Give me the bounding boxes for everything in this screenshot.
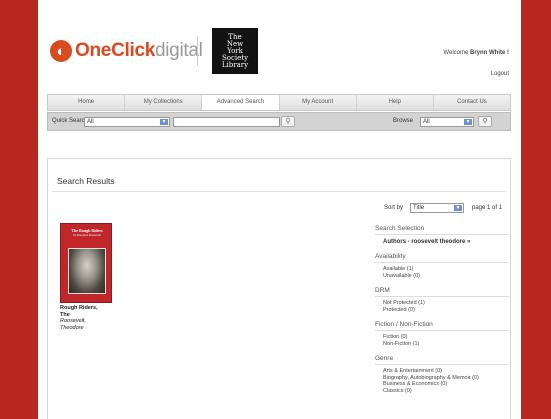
facet-heading-availability: Availability — [375, 250, 509, 263]
logo-text-one: One — [75, 40, 112, 61]
logo-power-icon: ◐ — [50, 40, 72, 62]
book-cover[interactable]: The Rough Riders by Theodore Roosevelt — [60, 223, 112, 303]
browse-label: Browse — [393, 118, 414, 124]
right-red-border — [521, 0, 551, 419]
user-name: Brynn White ! — [470, 50, 509, 56]
quick-search-button[interactable]: ⚲ — [281, 116, 295, 127]
sort-select-value: Title — [413, 205, 425, 211]
facet-item[interactable]: Non-Fiction (1) — [383, 341, 509, 348]
logout-link[interactable]: Logout — [491, 71, 509, 77]
logo-text-click: Click — [111, 40, 155, 61]
search-results-panel: Search Results Sort by Title ▼ page 1 of… — [47, 158, 511, 419]
sort-control: Sort by — [384, 205, 403, 211]
facet-list-drm: Not Protected (1) Protected (0) — [375, 297, 509, 318]
chevron-down-icon: ▼ — [464, 119, 472, 125]
nav-my-collections[interactable]: My Collections — [125, 95, 203, 110]
chevron-down-icon: ▼ — [454, 205, 462, 211]
logo-divider — [197, 36, 198, 66]
chevron-down-icon: ▼ — [160, 119, 168, 125]
facet-heading-genre: Genre — [375, 352, 509, 365]
logo-text-digital: digital — [154, 40, 203, 61]
book-cover-text: The Rough Riders by Theodore Roosevelt — [64, 228, 110, 238]
library-logo[interactable]: The New York Society Library — [212, 28, 258, 74]
facet-sidebar: Search Selection Authors - roosevelt the… — [375, 222, 509, 399]
quick-search-scope-value: All — [87, 119, 94, 125]
facet-heading-drm: DRM — [375, 284, 509, 297]
facet-item[interactable]: Classics (0) — [383, 388, 509, 395]
oneclickdigital-logo[interactable]: ◐ OneClickdigital — [50, 38, 203, 64]
facet-heading-fiction: Fiction / Non-Fiction — [375, 318, 509, 331]
main-nav: Home My Collections Advanced Search My A… — [47, 94, 511, 111]
facet-list-availability: Available (1) Unavailable (0) — [375, 263, 509, 284]
browse-button[interactable]: ⚲ — [478, 116, 492, 127]
page-container: ◐ OneClickdigital The New York Society L… — [38, 0, 521, 419]
facet-item[interactable]: Protected (0) — [383, 307, 509, 314]
search-icon: ⚲ — [285, 118, 291, 125]
nav-advanced-search[interactable]: Advanced Search — [202, 95, 280, 110]
book-cover-portrait — [68, 248, 106, 294]
quick-search-bar: Quick Search All ▼ ⚲ Browse All ▼ ⚲ — [47, 112, 511, 131]
sort-select[interactable]: Title ▼ — [410, 203, 464, 213]
page-info: page 1 of 1 — [472, 205, 503, 211]
quick-search-label: Quick Search — [52, 118, 89, 124]
welcome-prefix: Welcome — [443, 50, 470, 56]
book-details: Rough Riders, The Roosevelt, Theodore — [60, 305, 130, 331]
search-icon: ⚲ — [482, 118, 488, 125]
welcome-message: Welcome Brynn White ! — [443, 50, 509, 56]
facet-list-fiction: Fiction (0) Non-Fiction (1) — [375, 331, 509, 352]
book-cover-subtitle: by Theodore Roosevelt — [73, 233, 101, 237]
book-title-link[interactable]: Rough Riders, The — [60, 305, 130, 318]
facet-item[interactable]: Unavailable (0) — [383, 273, 509, 280]
sort-label: Sort by — [384, 205, 404, 211]
library-logo-line: Library — [221, 60, 249, 69]
nav-my-account[interactable]: My Account — [280, 95, 357, 110]
browse-select-value: All — [423, 119, 430, 125]
quick-search-scope-select[interactable]: All ▼ — [84, 117, 170, 127]
book-author-link[interactable]: Roosevelt, Theodore — [60, 318, 130, 331]
nav-help[interactable]: Help — [357, 95, 434, 110]
book-author-line: Theodore — [60, 324, 84, 331]
divider — [52, 191, 506, 192]
search-selection-heading: Search Selection — [375, 222, 509, 235]
nav-contact-us[interactable]: Contact Us — [434, 95, 510, 110]
browse-select[interactable]: All ▼ — [420, 117, 474, 127]
nav-home[interactable]: Home — [48, 95, 126, 110]
left-red-border — [0, 0, 38, 419]
facet-list-genre: Arts & Entertainment (0) Biography, Auto… — [375, 365, 509, 399]
quick-search-input[interactable] — [173, 117, 280, 127]
selected-filter[interactable]: Authors - roosevelt theodore » — [375, 235, 509, 250]
page-title: Search Results — [57, 176, 115, 186]
